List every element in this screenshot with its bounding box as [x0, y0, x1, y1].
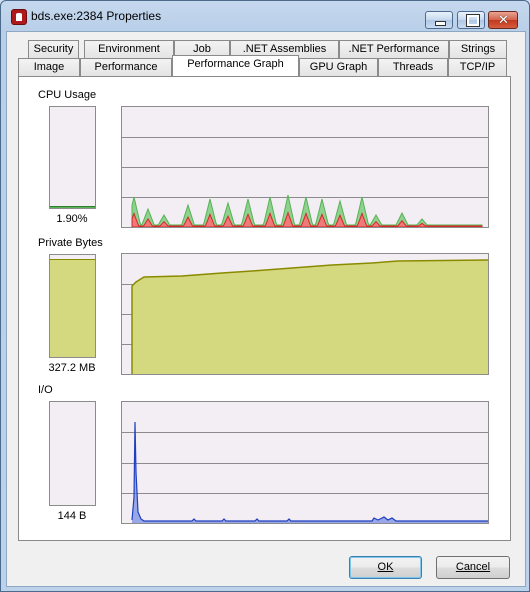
properties-window: bds.exe:2384 Properties ✕ Security Envir…	[0, 0, 530, 592]
minimize-icon	[435, 21, 446, 26]
process-explorer-icon	[11, 9, 27, 25]
tab-net-performance[interactable]: .NET Performance	[339, 40, 449, 58]
dialog-client-area: Security Environment Job .NET Assemblies…	[6, 31, 526, 587]
tab-gpu-graph[interactable]: GPU Graph	[299, 58, 378, 76]
tab-environment[interactable]: Environment	[84, 40, 174, 58]
cpu-usage-meter	[49, 106, 96, 209]
private-bytes-area	[132, 260, 488, 374]
cancel-button[interactable]: Cancel	[436, 556, 510, 579]
cpu-usage-label: CPU Usage	[38, 89, 97, 101]
io-label: I/O	[38, 384, 53, 396]
private-bytes-meter	[49, 254, 96, 358]
tab-image[interactable]: Image	[18, 58, 80, 76]
tab-performance-graph[interactable]: Performance Graph	[172, 55, 299, 76]
title-bar[interactable]: bds.exe:2384 Properties ✕	[1, 1, 529, 31]
cpu-usage-value: 1.90%	[56, 213, 88, 225]
maximize-button[interactable]	[457, 11, 485, 29]
tab-strings[interactable]: Strings	[449, 40, 507, 58]
io-graph	[121, 401, 489, 524]
tab-threads[interactable]: Threads	[378, 58, 448, 76]
ok-button-label: OK	[377, 561, 394, 573]
cancel-button-label: Cancel	[455, 561, 491, 573]
tab-performance[interactable]: Performance	[80, 58, 172, 76]
tab-tcp-ip[interactable]: TCP/IP	[448, 58, 507, 76]
cpu-usage-graph	[121, 106, 489, 228]
close-button[interactable]: ✕	[488, 11, 518, 29]
private-bytes-value: 327.2 MB	[48, 362, 96, 374]
close-icon: ✕	[498, 12, 509, 27]
window-title: bds.exe:2384 Properties	[31, 9, 162, 23]
ok-button[interactable]: OK	[349, 556, 422, 579]
io-line	[131, 421, 488, 522]
io-meter	[49, 401, 96, 506]
maximize-icon	[466, 14, 480, 27]
tab-security[interactable]: Security	[28, 40, 79, 58]
meter-fill	[50, 259, 95, 357]
private-bytes-label: Private Bytes	[38, 237, 103, 249]
io-value: 144 B	[57, 510, 87, 522]
minimize-button[interactable]	[425, 11, 453, 29]
performance-graph-panel: CPU Usage 1.90% Private Bytes 327.2 MB I…	[18, 76, 511, 541]
io-area	[132, 422, 488, 523]
private-bytes-graph	[121, 253, 489, 375]
